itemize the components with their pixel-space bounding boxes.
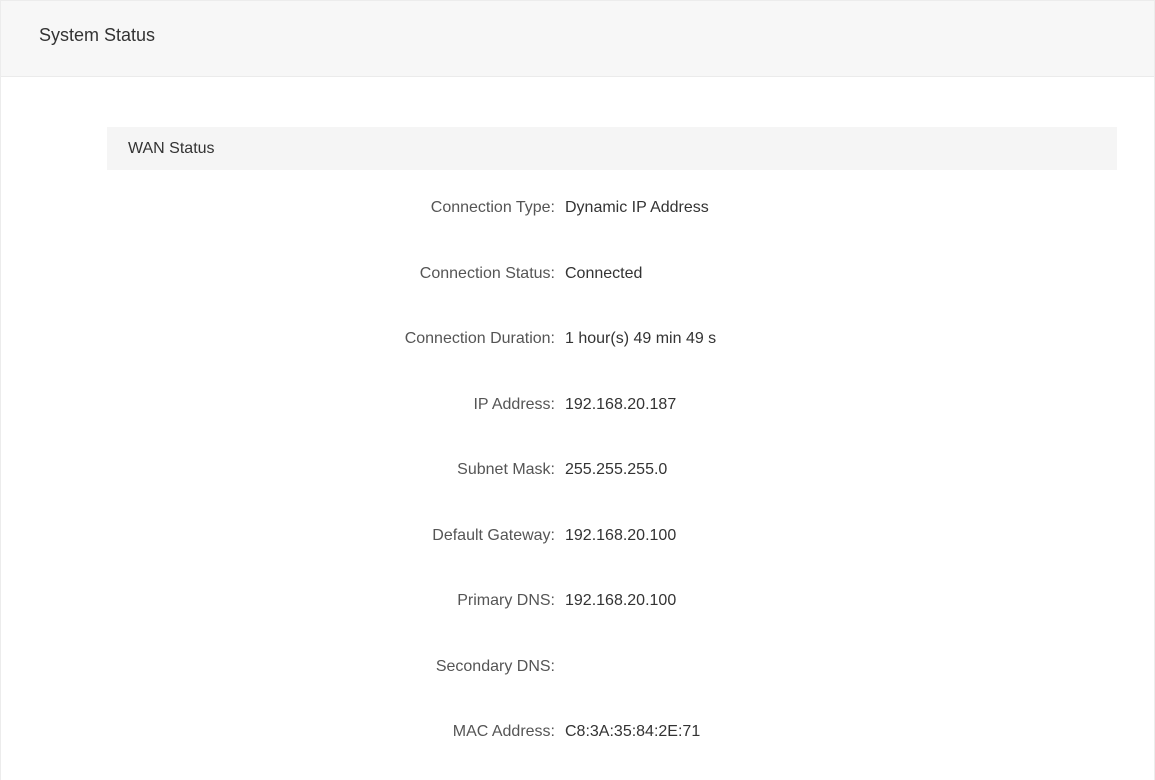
row-mac-address: MAC Address: C8:3A:35:84:2E:71 xyxy=(107,705,1117,771)
system-status-panel: System Status WAN Status Connection Type… xyxy=(0,0,1155,780)
connection-duration-label: Connection Duration: xyxy=(404,330,555,347)
connection-status-value: Connected xyxy=(565,264,643,282)
wan-status-header: WAN Status xyxy=(107,127,1117,170)
subnet-mask-value: 255.255.255.0 xyxy=(565,461,668,478)
primary-dns-value: 192.168.20.100 xyxy=(565,592,677,609)
subnet-mask-label: Subnet Mask: xyxy=(457,461,555,478)
connection-type-label: Connection Type: xyxy=(430,199,555,216)
row-connection-status: Connection Status: Connected xyxy=(107,247,1117,313)
row-primary-dns: Primary DNS: 192.168.20.100 xyxy=(107,574,1117,640)
default-gateway-label: Default Gateway: xyxy=(432,526,555,544)
connection-duration-value: 1 hour(s) 49 min 49 s xyxy=(565,330,717,347)
mac-address-value: C8:3A:35:84:2E:71 xyxy=(565,723,701,740)
row-secondary-dns: Secondary DNS: xyxy=(107,640,1117,706)
wan-status-section: WAN Status xyxy=(107,127,1117,170)
page-title: System Status xyxy=(39,25,156,45)
connection-status-label: Connection Status: xyxy=(419,264,555,282)
panel-header: System Status xyxy=(1,1,1154,77)
ip-address-value: 192.168.20.187 xyxy=(565,395,677,413)
wan-status-title: WAN Status xyxy=(128,139,215,157)
row-default-gateway: Default Gateway: 192.168.20.100 xyxy=(107,509,1117,575)
row-subnet-mask: Subnet Mask: 255.255.255.0 xyxy=(107,443,1117,509)
mac-address-label: MAC Address: xyxy=(452,723,555,740)
default-gateway-value: 192.168.20.100 xyxy=(565,526,677,544)
connection-type-value: Dynamic IP Address xyxy=(565,199,709,216)
secondary-dns-label: Secondary DNS: xyxy=(435,657,555,675)
row-connection-type: Connection Type: Dynamic IP Address xyxy=(107,181,1117,247)
primary-dns-label: Primary DNS: xyxy=(457,592,555,609)
wan-status-list: Connection Type: Dynamic IP Address Conn… xyxy=(107,181,1117,771)
row-ip-address: IP Address: 192.168.20.187 xyxy=(107,378,1117,444)
row-connection-duration: Connection Duration: 1 hour(s) 49 min 49… xyxy=(107,312,1117,378)
ip-address-label: IP Address: xyxy=(473,395,555,413)
